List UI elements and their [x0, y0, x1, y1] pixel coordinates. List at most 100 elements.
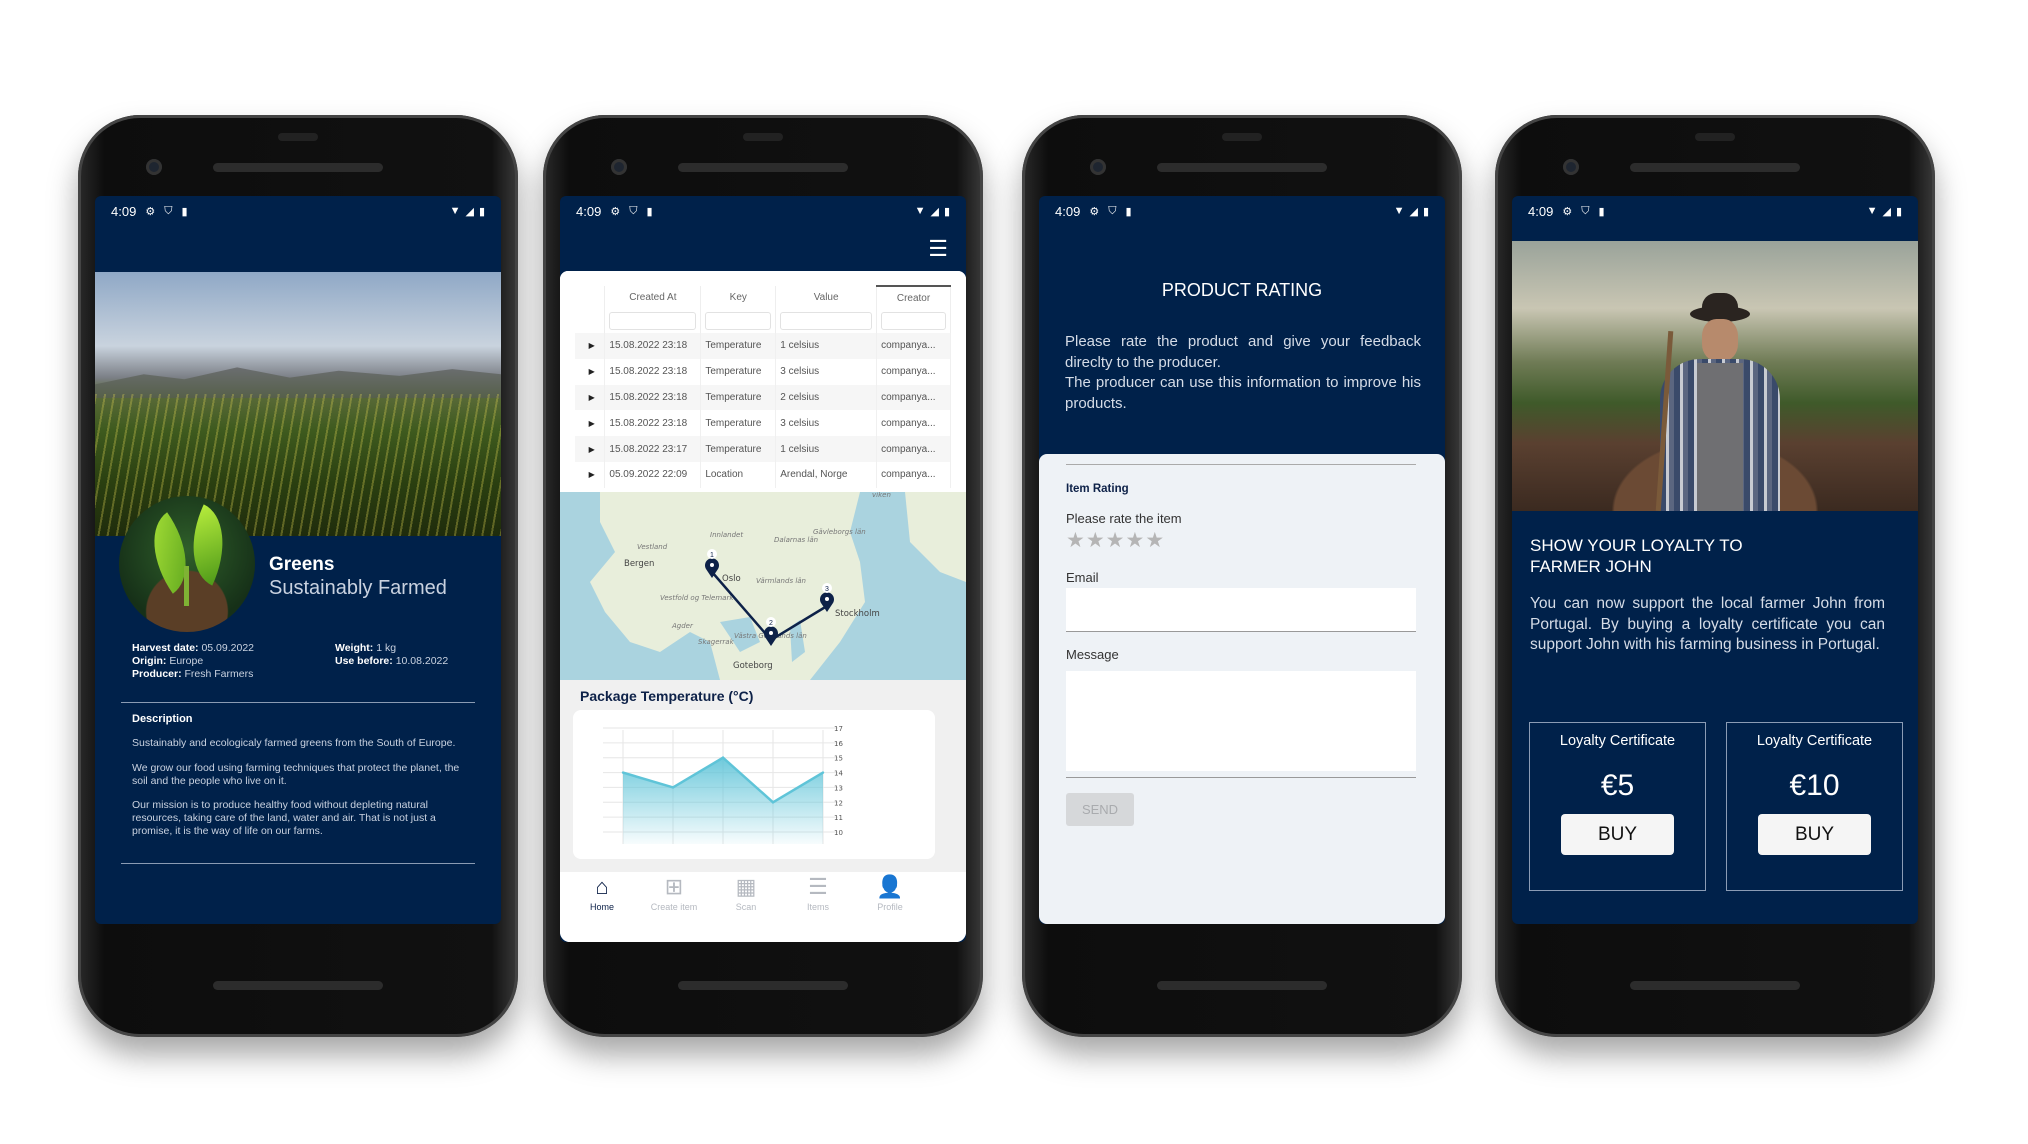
farmer-photo: [1512, 241, 1918, 511]
earpiece: [1695, 133, 1735, 141]
star-icon[interactable]: ★: [1066, 529, 1086, 552]
producer-value: Fresh Farmers: [184, 668, 254, 680]
star-icon[interactable]: ★: [1125, 529, 1145, 552]
certificate-card: Loyalty Certificate €10 BUY: [1726, 722, 1903, 891]
region-label: Vestland: [637, 543, 668, 551]
star-rating[interactable]: ★★★★★: [1066, 528, 1165, 553]
battery-icon: ▮: [1422, 205, 1429, 218]
hamburger-icon[interactable]: ☰: [928, 236, 948, 262]
data-table-panel: Created At Key Value Creator ▶ 15.08.2022…: [560, 271, 966, 492]
filter-value[interactable]: [775, 309, 878, 333]
nav-item-profile[interactable]: 👤 Profile: [850, 872, 930, 912]
nav-item-items[interactable]: ☰ Items: [778, 872, 858, 912]
expand-row-icon[interactable]: ▶: [575, 358, 606, 385]
expand-row-icon[interactable]: ▶: [575, 384, 606, 411]
bottom-nav: ⌂ Home ⊞ Create item ▦ Scan ☰ Items 👤 Profile: [560, 872, 966, 942]
table-row[interactable]: ▶ 15.08.2022 23:18 Temperature 3 celsius com…: [575, 358, 951, 385]
buy-button[interactable]: BUY: [1758, 814, 1871, 855]
nav-item-create-item[interactable]: ⊞ Create item: [634, 872, 714, 912]
filter-creator[interactable]: [876, 309, 951, 333]
table-cell: Temperature: [700, 436, 777, 462]
expand-row-icon[interactable]: ▶: [575, 333, 606, 359]
star-icon[interactable]: ★: [1106, 529, 1126, 552]
message-label: Message: [1066, 647, 1119, 662]
sd-card-icon: ▮: [1598, 205, 1605, 218]
producer-label: Producer:: [132, 668, 182, 680]
region-label: viken: [872, 492, 891, 499]
y-tick-label: 15: [834, 755, 843, 763]
gear-icon: ⚙: [1562, 205, 1573, 218]
table-row[interactable]: ▶ 15.08.2022 23:17 Temperature 1 celsius com…: [575, 436, 951, 462]
status-time: 4:09: [576, 203, 602, 219]
phone-loyalty: 4:09 ⚙ ⛉ ▮ ▼ ◢ ▮ SHOW YOUR LOYALTY TO FARMER…: [1495, 115, 1935, 1037]
speaker: [678, 981, 848, 990]
table-row[interactable]: ▶ 15.08.2022 23:18 Temperature 1 celsius com…: [575, 333, 951, 359]
marker-label: 1: [710, 552, 714, 559]
column-header[interactable]: Key: [700, 286, 777, 309]
column-header[interactable]: Created At: [604, 286, 702, 309]
nav-item-scan[interactable]: ▦ Scan: [706, 872, 786, 912]
filter-key[interactable]: [700, 309, 777, 333]
y-tick-label: 14: [834, 770, 843, 778]
speaker: [1157, 981, 1327, 990]
battery-icon: ▮: [478, 205, 485, 218]
region-label: Dalarnas län: [774, 536, 818, 544]
star-icon[interactable]: ★: [1145, 529, 1165, 552]
divider: [121, 863, 475, 864]
description-paragraph: Our mission is to produce healthy food w…: [132, 799, 436, 837]
table-cell: companya...: [876, 410, 951, 437]
harvest-label: Harvest date:: [132, 642, 199, 654]
divider: [121, 702, 475, 703]
column-header[interactable]: Creator: [876, 285, 951, 309]
certificate-label: Loyalty Certificate: [1756, 733, 1873, 749]
use-before-value: 10.08.2022: [395, 655, 449, 667]
section-title: Item Rating: [1066, 483, 1129, 495]
table-cell: 3 celsius: [775, 358, 878, 385]
filter-created-at[interactable]: [604, 309, 702, 333]
send-button[interactable]: SEND: [1066, 793, 1134, 826]
sd-card-icon: ▮: [181, 205, 188, 218]
shield-icon: ⛉: [1581, 204, 1590, 217]
details-right: Weight: 1 kg Use before: 10.08.2022: [335, 642, 448, 668]
weight-value: 1 kg: [376, 642, 397, 654]
nav-item-home[interactable]: ⌂ Home: [562, 872, 642, 912]
camera: [146, 159, 162, 175]
speaker: [678, 163, 848, 172]
marker-label: 2: [769, 620, 773, 627]
status-bar: 4:09 ⚙ ⛉ ▮ ▼ ◢ ▮: [1512, 196, 1918, 226]
route-map[interactable]: Innlandet Vestland Dalarnas län Gävlebor…: [560, 492, 966, 680]
sd-card-icon: ▮: [1125, 205, 1132, 218]
table-cell: companya...: [876, 333, 951, 359]
loyalty-screen: 4:09 ⚙ ⛉ ▮ ▼ ◢ ▮ SHOW YOUR LOYALTY TO FARMER…: [1512, 196, 1918, 924]
table-cell: 15.08.2022 23:18: [604, 333, 702, 359]
email-label: Email: [1066, 570, 1099, 585]
city-label: Stockholm: [835, 609, 880, 619]
region-label: Gävleborgs län: [813, 528, 866, 536]
buy-button[interactable]: BUY: [1561, 814, 1674, 855]
area-fill: [623, 757, 823, 844]
y-tick-label: 12: [834, 799, 843, 807]
chart-svg: 10 11 12 13 14 15 16 17: [603, 725, 843, 844]
plant-image: [119, 496, 255, 632]
table-cell: 05.09.2022 22:09: [604, 461, 702, 488]
table-cell: 2 celsius: [775, 384, 878, 411]
gear-icon: ⚙: [145, 205, 156, 218]
expand-row-icon[interactable]: ▶: [575, 410, 606, 437]
message-input[interactable]: [1066, 671, 1416, 771]
status-time: 4:09: [1055, 203, 1081, 219]
table-row[interactable]: ▶ 15.08.2022 23:18 Temperature 2 celsius com…: [575, 384, 951, 411]
expand-row-icon[interactable]: ▶: [575, 461, 606, 488]
star-icon[interactable]: ★: [1086, 529, 1106, 552]
table-row[interactable]: ▶ 05.09.2022 22:09 Location Arendal, Norge c…: [575, 461, 951, 488]
expand-row-icon[interactable]: ▶: [575, 436, 606, 462]
table-cell: Temperature: [700, 384, 777, 411]
divider: [1066, 777, 1416, 778]
status-bar: 4:09 ⚙ ⛉ ▮ ▼ ◢ ▮: [95, 196, 501, 226]
certificate-price: €5: [1600, 769, 1635, 802]
column-header[interactable]: Value: [775, 286, 878, 309]
email-input[interactable]: [1066, 588, 1416, 632]
table-row[interactable]: ▶ 15.08.2022 23:18 Temperature 3 celsius com…: [575, 410, 951, 437]
divider: [1066, 464, 1416, 465]
filter-row: [575, 309, 951, 333]
city-label: Goteborg: [733, 661, 773, 671]
